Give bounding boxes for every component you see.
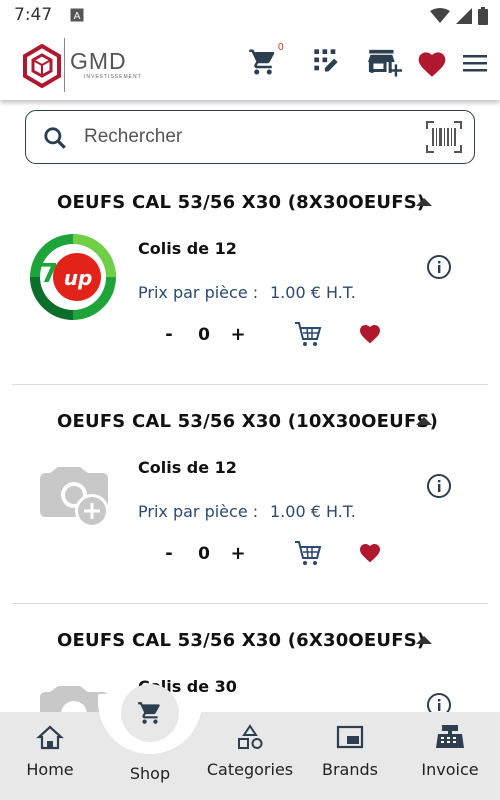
info-icon[interactable] [426,473,452,499]
collapse-caret-icon[interactable] [416,636,432,644]
nav-invoice-label: Invoice [421,760,479,779]
add-store-icon[interactable] [368,47,402,77]
favorite-heart-icon[interactable] [358,541,382,563]
grid-edit-icon[interactable] [312,47,340,75]
decrement-button[interactable]: - [160,543,178,564]
logo-divider [64,38,65,92]
nav-item-home[interactable]: Home [0,724,100,779]
nav-item-brands[interactable]: Brands [300,724,400,779]
home-icon [36,725,64,750]
price-value: 1.00 € H.T. [270,502,356,521]
increment-button[interactable]: + [229,543,247,564]
categories-icon [238,724,263,749]
gmd-logo-icon [23,44,61,88]
search-icon [44,127,66,149]
status-time: 7:47 [14,5,53,25]
nav-home-label: Home [26,760,74,779]
product-title: OEUFS CAL 53/56 X30 (6X30OEUFS) [57,630,426,651]
add-to-cart-icon[interactable] [294,539,322,567]
collapse-caret-icon[interactable] [416,198,432,206]
product-card: OEUFS CAL 53/56 X30 (6X30OEUFS) Colis de… [0,610,500,712]
cart-icon[interactable] [248,47,278,77]
nav-item-invoice[interactable]: Invoice [400,724,500,779]
product-packaging: Colis de 12 [138,239,237,258]
product-title: OEUFS CAL 53/56 X30 (10X30OEUFS) [57,411,439,432]
price-value: 1.00 € H.T. [270,283,356,302]
svg-text:A: A [74,11,81,22]
product-divider [12,603,488,604]
product-list: OEUFS CAL 53/56 X30 (8X30OEUFS) 7 up Col… [0,172,500,712]
quantity-value[interactable]: 0 [195,544,213,564]
signal-icon [456,8,472,24]
info-icon[interactable] [426,254,452,280]
cash-register-icon [436,725,464,748]
product-card: OEUFS CAL 53/56 X30 (10X30OEUFS) Colis d… [0,391,500,610]
nav-shop-label[interactable]: Shop [100,764,200,783]
svg-text:7: 7 [40,259,58,289]
product-card: OEUFS CAL 53/56 X30 (8X30OEUFS) 7 up Col… [0,172,500,391]
increment-button[interactable]: + [229,324,247,345]
bottom-nav: Shop Home Categories Brands Invoice [0,684,500,800]
shop-cart-icon [138,702,160,724]
nav-categories-label: Categories [206,760,294,779]
product-image-7up-logo: 7 up [30,234,116,320]
search-input[interactable] [84,121,404,153]
brand-subtitle: INVESTISSEMENT [84,74,142,80]
nav-brands-label: Brands [322,760,378,779]
quantity-value[interactable]: 0 [195,325,213,345]
price-label: Prix par pièce : [138,283,259,302]
shop-fab-button[interactable] [121,684,179,742]
product-packaging: Colis de 12 [138,458,237,477]
collapse-caret-icon[interactable] [416,417,432,425]
product-divider [12,384,488,385]
decrement-button[interactable]: - [160,324,178,345]
placeholder-camera-icon [40,467,109,528]
svg-text:up: up [64,266,93,290]
info-icon[interactable] [426,692,452,712]
menu-icon[interactable] [462,52,488,74]
nav-item-categories[interactable]: Categories [200,724,300,779]
add-to-cart-icon[interactable] [294,320,322,348]
price-label: Prix par pièce : [138,502,259,521]
favorite-heart-icon[interactable] [358,322,382,344]
cart-count-badge: 0 [278,42,284,53]
app-bar: GMD INVESTISSEMENT 0 [0,30,500,100]
barcode-scan-icon[interactable] [426,121,462,153]
battery-icon [478,7,488,25]
favorites-heart-icon[interactable] [416,48,448,78]
brand-name: GMD [70,48,127,74]
status-bar: 7:47 A [0,0,500,30]
search-bar [25,110,475,164]
brands-icon [336,725,364,749]
notification-a-icon: A [70,8,84,22]
wifi-icon [430,8,450,23]
product-title: OEUFS CAL 53/56 X30 (8X30OEUFS) [57,192,426,213]
